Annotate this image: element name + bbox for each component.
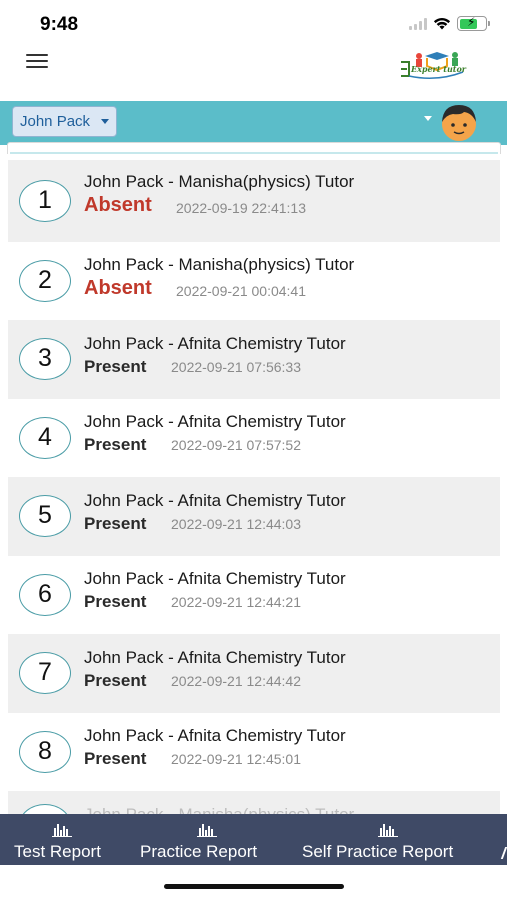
- list-item[interactable]: 5 John Pack - Afnita Chemistry Tutor Pre…: [8, 477, 500, 556]
- item-status: Present: [84, 670, 147, 690]
- item-status: Present: [84, 592, 147, 611]
- item-number: 2: [19, 259, 71, 302]
- tab-overflow-partial[interactable]: [500, 814, 507, 865]
- list-item[interactable]: 3 John Pack - Afnita Chemistry Tutor Pre…: [8, 320, 500, 399]
- logo-text: Expert tutor: [411, 64, 467, 74]
- list-item[interactable]: 9 John Pack - Manisha(physics) Tutor: [8, 791, 500, 815]
- list-item[interactable]: 8 John Pack - Afnita Chemistry Tutor Pre…: [8, 713, 500, 792]
- list-item[interactable]: 6 John Pack - Afnita Chemistry Tutor Pre…: [8, 556, 500, 635]
- item-status: Present: [84, 435, 147, 454]
- item-number: 7: [19, 652, 71, 695]
- item-title: John Pack - Afnita Chemistry Tutor: [84, 333, 346, 353]
- status-icons: ⚡: [409, 15, 490, 31]
- status-bar: 9:48 ⚡: [0, 0, 507, 46]
- menu-icon[interactable]: [26, 54, 48, 70]
- list-item[interactable]: 4 John Pack - Afnita Chemistry Tutor Pre…: [8, 399, 500, 478]
- student-select[interactable]: John Pack: [12, 106, 118, 137]
- item-title: John Pack - Afnita Chemistry Tutor: [84, 569, 346, 588]
- item-title: John Pack - Afnita Chemistry Tutor: [84, 647, 346, 667]
- logo-icon: [401, 52, 464, 79]
- app-logo: Expert tutor: [397, 46, 467, 80]
- item-datetime: 2022-09-21 12:44:21: [171, 594, 301, 610]
- item-number: 1: [19, 179, 71, 222]
- item-datetime: 2022-09-21 12:44:42: [171, 672, 301, 689]
- item-title: John Pack - Manisha(physics) Tutor: [84, 255, 355, 274]
- battery-icon: ⚡: [457, 15, 490, 31]
- item-status: Present: [84, 356, 147, 376]
- item-title: John Pack - Afnita Chemistry Tutor: [84, 726, 346, 745]
- tab-label: Test Report: [14, 842, 101, 861]
- item-number: 5: [19, 495, 71, 538]
- item-status: Absent: [84, 194, 152, 216]
- status-time: 9:48: [40, 14, 79, 35]
- tab-test-report[interactable]: Test Report: [0, 814, 126, 865]
- wifi-icon: [433, 17, 451, 30]
- item-datetime: 2022-09-21 12:45:01: [171, 751, 301, 767]
- tab-practice-report[interactable]: Practice Report: [130, 814, 290, 865]
- cellular-signal-icon: [409, 17, 427, 30]
- toolbar: John Pack: [0, 101, 507, 145]
- item-title: John Pack - Afnita Chemistry Tutor: [84, 412, 346, 431]
- item-datetime: 2022-09-19 22:41:13: [176, 200, 306, 216]
- chevron-down-icon: [101, 119, 110, 124]
- bottom-tab-bar: Test Report Practice Report Self Practic…: [0, 814, 507, 865]
- item-title: John Pack - Afnita Chemistry Tutor: [84, 490, 346, 510]
- item-datetime: 2022-09-21 12:44:03: [171, 515, 301, 532]
- tab-label: Self Practice Report: [302, 842, 454, 861]
- home-indicator-area: [0, 865, 507, 900]
- attendance-list: 1 John Pack - Manisha(physics) Tutor Abs…: [8, 160, 500, 814]
- tab-label: Practice Report: [140, 842, 258, 861]
- item-datetime: 2022-09-21 00:04:41: [176, 283, 306, 299]
- item-status: Present: [84, 749, 147, 768]
- home-indicator[interactable]: [164, 884, 344, 889]
- item-number: 6: [19, 573, 71, 616]
- item-title: John Pack - Manisha(physics) Tutor: [84, 804, 355, 815]
- student-select-value: John Pack: [20, 113, 91, 130]
- avatar-dropdown-icon[interactable]: [424, 116, 432, 121]
- list-item[interactable]: 2 John Pack - Manisha(physics) Tutor Abs…: [8, 242, 500, 321]
- bar-chart-icon: [52, 822, 72, 837]
- panel-divider: [10, 152, 498, 154]
- list-item[interactable]: 7 John Pack - Afnita Chemistry Tutor Pre…: [8, 634, 500, 713]
- bar-chart-icon: [197, 822, 217, 837]
- app-screen: 9:48 ⚡ Expert tutor John Pack 1 John Pac…: [0, 0, 507, 900]
- item-title: John Pack - Manisha(physics) Tutor: [84, 172, 355, 191]
- item-datetime: 2022-09-21 07:57:52: [171, 437, 301, 453]
- bar-chart-icon: [378, 822, 398, 837]
- list-item[interactable]: 1 John Pack - Manisha(physics) Tutor Abs…: [8, 160, 500, 242]
- item-status: Absent: [84, 277, 152, 299]
- partial-label-glyph: [500, 847, 507, 859]
- item-number: 4: [19, 416, 71, 459]
- tab-self-practice-report[interactable]: Self Practice Report: [294, 814, 494, 865]
- item-status: Present: [84, 513, 147, 533]
- item-datetime: 2022-09-21 07:56:33: [171, 358, 301, 375]
- item-number: 9: [19, 803, 71, 814]
- avatar[interactable]: [439, 102, 479, 142]
- item-number: 3: [19, 338, 71, 381]
- item-number: 8: [19, 730, 71, 773]
- app-header: Expert tutor: [0, 46, 507, 101]
